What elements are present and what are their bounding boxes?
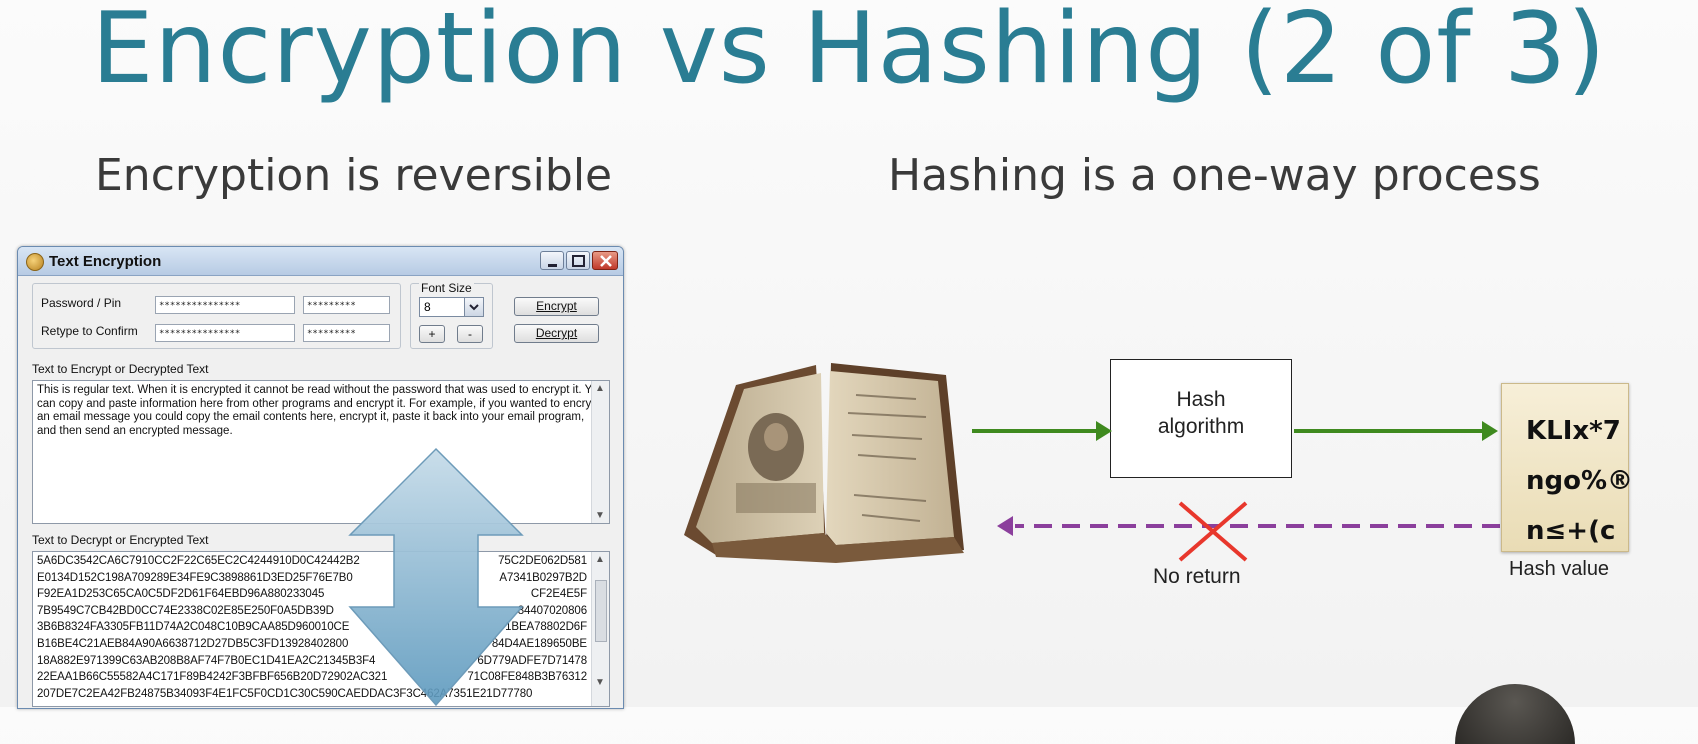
hash-value-label: Hash value	[1509, 558, 1610, 580]
hash-line-1: KLIx*7	[1526, 416, 1621, 446]
diagram-arrows	[972, 421, 1500, 562]
return-arrow-head	[997, 516, 1013, 536]
forward-arrow-head-2	[1482, 421, 1498, 441]
no-return-label: No return	[1153, 565, 1241, 588]
forward-arrow-head-1	[1096, 421, 1112, 441]
hash-value-paper: KLIx*7 ngo%® n≤+(c	[1501, 383, 1634, 552]
hash-line-3: n≤+(c	[1526, 516, 1616, 546]
hash-line-2: ngo%®	[1526, 466, 1634, 496]
